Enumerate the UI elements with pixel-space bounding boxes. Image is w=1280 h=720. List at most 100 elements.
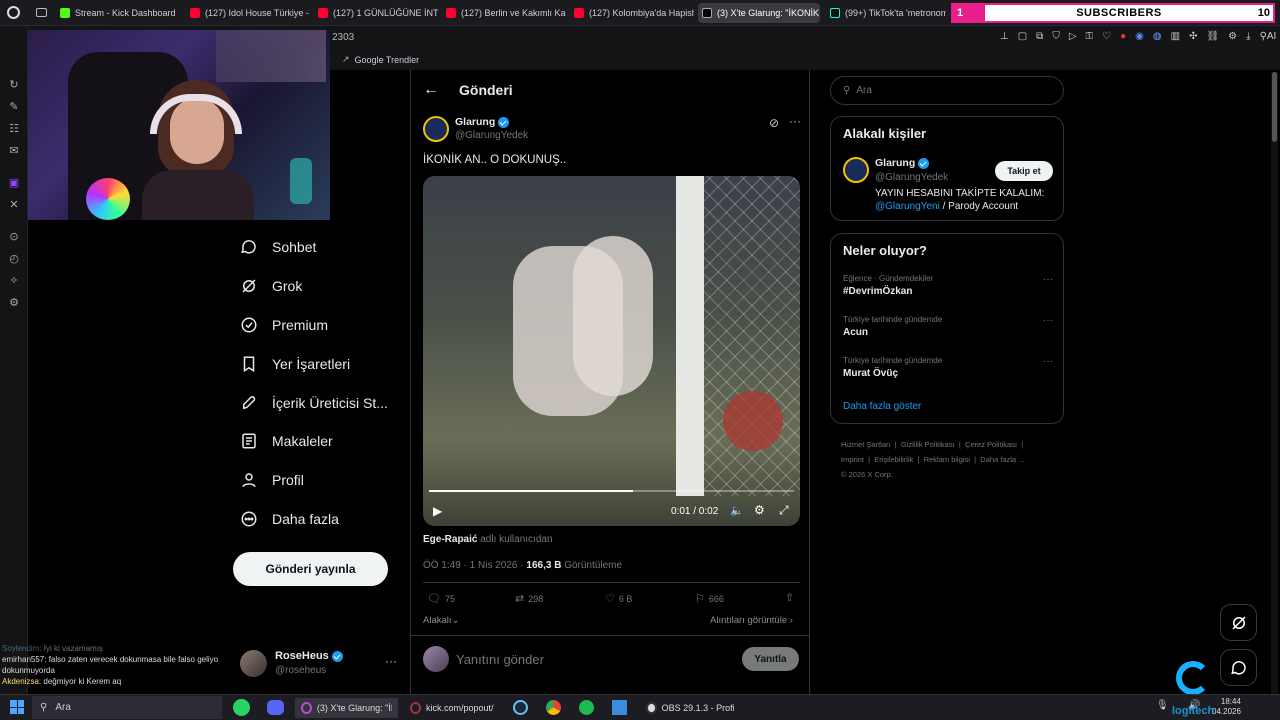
footer-link[interactable]: Imprint <box>841 455 864 464</box>
search-input[interactable]: Ara <box>856 85 872 96</box>
back-arrow-icon[interactable]: ← <box>423 81 439 99</box>
whatsapp-icon[interactable] <box>233 699 250 716</box>
puzzle-icon[interactable]: ✣ <box>1189 31 1197 42</box>
attribution-user[interactable]: Ege-Rapaić <box>423 534 477 545</box>
author-avatar[interactable] <box>423 116 449 142</box>
like-button[interactable]: ♡ 6 B <box>605 592 632 605</box>
tab-manager-icon[interactable] <box>36 8 47 17</box>
more-options-icon[interactable]: ··· <box>789 114 801 128</box>
footer-link[interactable]: Hizmet Şartları <box>841 440 891 449</box>
reply-button[interactable]: 🗨 75 <box>427 592 455 605</box>
reader-icon[interactable]: ☷ <box>7 122 21 136</box>
tab-berlin[interactable]: (127) Berlin ve Kakımlı Kac <box>442 3 566 23</box>
tab-x-glarung[interactable]: (3) X'te Glarung: "İKONİK <box>698 3 820 23</box>
volume-icon[interactable]: 🔈 <box>730 504 744 517</box>
author-handle[interactable]: @GlarungYedek <box>455 130 528 141</box>
footer-link[interactable]: Çerez Politikası <box>965 440 1017 449</box>
pin-icon[interactable]: ⊥ <box>1000 31 1009 42</box>
messages-floating-button[interactable] <box>1220 649 1257 686</box>
bookmark-button[interactable]: ⚐ 666 <box>695 592 724 605</box>
steam-icon[interactable] <box>513 700 528 715</box>
chrome-icon[interactable] <box>546 700 561 715</box>
post-timestamp[interactable]: ÖÖ 1:49 · 1 Nis 2026 · <box>423 560 526 571</box>
chart-icon[interactable]: ▥ <box>1171 31 1180 42</box>
taskbar-app-kick[interactable]: kick.com/popout/r... <box>404 698 500 718</box>
follow-button[interactable]: Takip et <box>995 161 1053 181</box>
play-icon[interactable]: ▷ <box>1069 31 1077 42</box>
settings-icon[interactable]: ⚙ <box>754 503 765 517</box>
x-logo-icon[interactable]: ✕ <box>7 198 21 212</box>
post-button[interactable]: Gönderi yayınla <box>233 552 388 586</box>
gear-icon[interactable]: ⚙ <box>1228 31 1237 42</box>
repost-button[interactable]: ⇄ 298 <box>515 592 543 605</box>
shield-icon[interactable]: ⛉ <box>1052 31 1060 42</box>
tab-tiktok[interactable]: (99+) TikTok'ta 'metronom <box>826 3 946 23</box>
show-more-link[interactable]: Daha fazla göster <box>843 401 921 412</box>
related-name[interactable]: Glarung <box>875 157 915 169</box>
bio-link[interactable]: @GlarungYeni <box>875 201 940 212</box>
square-icon[interactable]: ▢ <box>1018 31 1027 42</box>
footer-link[interactable]: Gizlilik Politikası <box>901 440 955 449</box>
tab-kolombiya[interactable]: (127) Kolombiya'da Hapish <box>570 3 694 23</box>
heart-icon[interactable]: ♡ <box>1102 31 1111 42</box>
tab-kick-dashboard[interactable]: Stream - Kick Dashboard <box>56 3 180 23</box>
notes-icon[interactable]: ✎ <box>7 100 21 114</box>
download-icon[interactable]: ⤓ <box>1246 31 1250 42</box>
twitch-icon[interactable]: ▣ <box>7 176 21 190</box>
trend-item[interactable]: Eğlence · Gündemdekiler #DevrimÖzkan ··· <box>843 274 1053 297</box>
globe-icon[interactable]: ◉ <box>1135 31 1144 42</box>
nav-profile[interactable]: Profil <box>240 471 304 489</box>
footer-link[interactable]: Daha fazla ... <box>980 455 1024 464</box>
related-handle[interactable]: @GlarungYedek <box>875 172 948 183</box>
mail-icon[interactable]: ✉ <box>7 144 21 158</box>
extensions-icon[interactable]: ✧ <box>7 274 21 288</box>
translate-icon[interactable]: ◍ <box>1153 31 1162 42</box>
tab-gunlugune[interactable]: (127) 1 GÜNLÜĞÜNE İNTE <box>314 3 438 23</box>
taskbar-app-obs[interactable]: OBS 29.1.3 - Profil: ... <box>640 698 740 718</box>
tab-idol-house[interactable]: (127) Idol House Türkiye - <box>186 3 310 23</box>
nav-chat[interactable]: Sohbet <box>240 238 316 256</box>
scrollbar-thumb[interactable] <box>1272 72 1277 142</box>
lock-icon[interactable]: ⚿ <box>1086 31 1094 42</box>
clock-icon[interactable]: ◴ <box>7 252 21 266</box>
relevant-sort[interactable]: Alakalı⌄ <box>423 615 459 626</box>
link-icon[interactable]: ⛓ <box>1206 31 1219 42</box>
more-icon[interactable]: ··· <box>1043 356 1053 367</box>
trend-item[interactable]: Türkiye tarihinde gündemde Acun ··· <box>843 315 1053 338</box>
settings-icon[interactable]: ⚙ <box>7 296 21 310</box>
taskbar-app-browser[interactable]: (3) X'te Glarung: "İK... <box>295 698 398 718</box>
page-scrollbar[interactable] <box>1271 72 1278 694</box>
record-icon[interactable]: ● <box>1120 31 1126 42</box>
related-avatar[interactable] <box>843 157 869 183</box>
browser-logo-icon[interactable] <box>7 6 20 19</box>
taskbar-clock[interactable]: 18:44 04.2026 <box>1212 697 1241 717</box>
start-button[interactable] <box>10 700 24 714</box>
nav-premium[interactable]: Premium <box>240 316 328 334</box>
nav-articles[interactable]: Makaleler <box>240 432 333 450</box>
discord-icon[interactable] <box>267 700 284 715</box>
more-icon[interactable]: ··· <box>1043 315 1053 326</box>
trend-item[interactable]: Türkiye tarihinde gündemde Murat Övüç ··… <box>843 356 1053 379</box>
footer-link[interactable]: Reklam bilgisi <box>924 455 970 464</box>
reply-button-submit[interactable]: Yanıtla <box>742 647 799 671</box>
grok-floating-button[interactable] <box>1220 604 1257 641</box>
video-player[interactable]: ▶ 0:01 / 0:02 🔈 ⚙ ⤢ <box>423 176 800 526</box>
reply-input[interactable]: Yanıtını gönder <box>456 652 544 667</box>
account-switcher[interactable]: RoseHeus @roseheus ··· <box>240 648 400 680</box>
app-icon[interactable] <box>612 700 627 715</box>
mic-icon[interactable]: 🎙 <box>1156 700 1169 711</box>
footer-link[interactable]: Erişilebilirlik <box>874 455 913 464</box>
view-quotes-link[interactable]: Alıntıları görüntüle › <box>710 615 793 626</box>
ai-icon[interactable]: ⚲AI <box>1260 31 1277 42</box>
more-icon[interactable]: ··· <box>1043 274 1053 285</box>
bookmark-google-trends[interactable]: ↗ Google Trendler <box>342 54 419 65</box>
nav-more[interactable]: Daha fazla <box>240 510 339 528</box>
author-name[interactable]: Glarung <box>455 116 495 128</box>
play-icon[interactable]: ▶ <box>433 504 442 518</box>
camera-icon[interactable]: ⧉ <box>1036 31 1043 42</box>
grok-explain-icon[interactable]: ⊘ <box>769 116 779 130</box>
share-icon[interactable]: ⇧ <box>785 591 794 604</box>
spotify-icon[interactable] <box>579 700 594 715</box>
fullscreen-icon[interactable]: ⤢ <box>779 503 789 518</box>
nav-grok[interactable]: Grok <box>240 277 302 295</box>
